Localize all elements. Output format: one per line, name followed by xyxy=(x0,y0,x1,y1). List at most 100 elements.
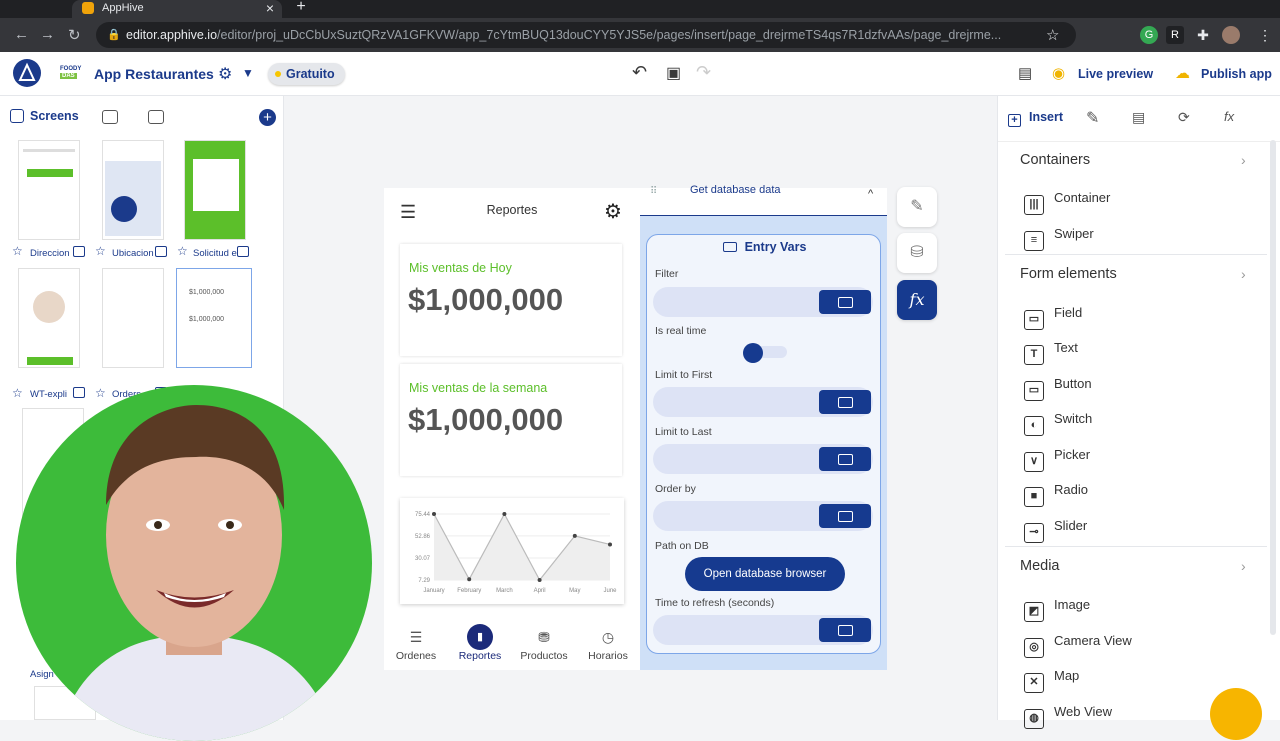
x-tick-label: March xyxy=(496,588,513,594)
entry-vars-panel: ⠿ Get database data ^ Entry Vars Filter … xyxy=(640,184,887,670)
item-camera-view[interactable]: ◎ Camera View xyxy=(1024,633,1132,658)
section-containers[interactable]: Containers xyxy=(1020,152,1090,168)
device-icon[interactable]: ▤ xyxy=(1018,64,1032,82)
live-preview-button[interactable]: Live preview xyxy=(1078,67,1153,81)
save-icon[interactable]: ▣ xyxy=(666,63,681,83)
database-tool-icon[interactable]: ⛁ xyxy=(897,233,937,273)
section-form-elements[interactable]: Form elements xyxy=(1020,266,1117,282)
back-icon[interactable]: ← xyxy=(14,26,29,43)
filter-field[interactable] xyxy=(653,287,873,317)
item-swiper[interactable]: ≡ Swiper xyxy=(1024,226,1094,251)
edit-tab-icon[interactable]: ✎ xyxy=(1086,108,1099,128)
sales-chart-card[interactable]: 75.44 52.86 30.07 7.29 January February March A… xyxy=(400,498,624,604)
favorite-star-icon[interactable]: ☆ xyxy=(177,244,188,258)
bind-value-button[interactable] xyxy=(819,447,871,471)
favorite-star-icon[interactable]: ☆ xyxy=(95,244,106,258)
function-tab-icon[interactable]: fx xyxy=(1224,109,1234,124)
forward-icon[interactable]: → xyxy=(40,26,55,43)
reload-icon[interactable]: ↻ xyxy=(68,26,81,44)
item-web-view[interactable]: ◍ Web View xyxy=(1024,704,1112,729)
app-name[interactable]: App Restaurantes xyxy=(94,66,214,82)
screen-thumbnail-wt-expli[interactable] xyxy=(18,268,80,368)
sales-week-card[interactable]: Mis ventas de la semana $1,000,000 xyxy=(400,364,622,476)
chevron-right-icon[interactable]: › xyxy=(1241,152,1246,168)
screen-menu-icon[interactable] xyxy=(73,387,85,398)
settings-gear-icon[interactable]: ⚙ xyxy=(604,199,622,224)
undo-icon[interactable]: ↶ xyxy=(632,62,647,83)
close-tab-icon[interactable]: × xyxy=(266,0,274,16)
item-text[interactable]: T Text xyxy=(1024,340,1078,365)
item-button[interactable]: ▭ Button xyxy=(1024,376,1092,401)
favorite-star-icon[interactable]: ☆ xyxy=(12,244,23,258)
publish-app-button[interactable]: Publish app xyxy=(1201,67,1272,81)
item-image[interactable]: ◩ Image xyxy=(1024,597,1090,622)
item-container[interactable]: ||| Container xyxy=(1024,190,1110,215)
function-title: Get database data xyxy=(690,184,781,196)
screen-thumbnail-direccion[interactable] xyxy=(18,140,80,240)
item-picker[interactable]: ∨ Picker xyxy=(1024,447,1090,472)
screen-thumbnail-solicitud[interactable] xyxy=(184,140,246,240)
nav-horarios[interactable]: ◷ Horarios xyxy=(576,624,640,662)
item-slider[interactable]: ⊸ Slider xyxy=(1024,518,1087,543)
chevron-right-icon[interactable]: › xyxy=(1241,266,1246,282)
screen-thumbnail-reportes[interactable]: $1,000,000 $1,000,000 xyxy=(176,268,252,368)
chevron-up-icon[interactable]: ^ xyxy=(868,188,873,200)
limit-first-field[interactable] xyxy=(653,387,873,417)
nav-reportes[interactable]: ▮ Reportes xyxy=(448,624,512,662)
browser-menu-icon[interactable]: ⋮ xyxy=(1256,26,1274,44)
screen-menu-icon[interactable] xyxy=(155,246,167,257)
function-tool-icon[interactable]: fx xyxy=(897,280,937,320)
layers-icon[interactable] xyxy=(102,110,118,124)
refresh-field[interactable] xyxy=(653,615,873,645)
screen-thumbnail-ubicacion[interactable] xyxy=(102,140,164,240)
apphive-logo-icon[interactable] xyxy=(12,58,42,88)
bind-value-button[interactable] xyxy=(819,290,871,314)
extensions-puzzle-icon[interactable]: ✚ xyxy=(1194,26,1212,44)
bind-value-button[interactable] xyxy=(819,618,871,642)
screen-menu-icon[interactable] xyxy=(237,246,249,257)
item-switch[interactable]: ◐ Switch xyxy=(1024,411,1092,436)
limit-last-field[interactable] xyxy=(653,444,873,474)
screen-thumbnail-orders[interactable] xyxy=(102,268,164,368)
favorite-star-icon[interactable]: ☆ xyxy=(12,386,23,400)
sales-today-card[interactable]: Mis ventas de Hoy $1,000,000 xyxy=(400,244,622,356)
item-radio[interactable]: ■ Radio xyxy=(1024,482,1088,507)
plan-badge[interactable]: Gratuito xyxy=(268,63,345,85)
y-tick-label: 52.86 xyxy=(415,534,431,540)
open-database-browser-button[interactable]: Open database browser xyxy=(685,557,845,591)
drag-handle-icon[interactable]: ⠿ xyxy=(650,187,662,197)
extension-r-icon[interactable]: R xyxy=(1166,26,1184,44)
new-tab-button[interactable]: + xyxy=(292,0,310,16)
get-database-data-header[interactable]: ⠿ Get database data ^ xyxy=(640,184,887,216)
item-field[interactable]: ▭ Field xyxy=(1024,305,1082,330)
profile-avatar[interactable] xyxy=(1222,26,1240,44)
components-icon[interactable] xyxy=(148,110,164,124)
list-tab-icon[interactable]: ▤ xyxy=(1132,109,1145,126)
item-map[interactable]: ✕ Map xyxy=(1024,668,1079,693)
nav-ordenes[interactable]: ☰ Ordenes xyxy=(384,624,448,662)
favorite-star-icon[interactable]: ☆ xyxy=(95,386,106,400)
insert-tab[interactable]: + Insert xyxy=(1008,110,1063,127)
panel-scrollbar[interactable] xyxy=(1270,140,1276,635)
screens-tab[interactable]: Screens xyxy=(10,109,79,123)
edit-tool-icon[interactable]: ✎ xyxy=(897,187,937,227)
app-settings-gear-icon[interactable]: ⚙ xyxy=(218,64,232,84)
screen-menu-icon[interactable] xyxy=(73,246,85,257)
url-field[interactable]: 🔒 editor.apphive.io/editor/proj_uDcCbUxSu… xyxy=(96,22,1076,48)
bind-value-button[interactable] xyxy=(819,504,871,528)
bookmark-star-icon[interactable]: ☆ xyxy=(1046,26,1059,44)
bind-value-button[interactable] xyxy=(819,390,871,414)
redo-icon[interactable]: ↷ xyxy=(696,62,711,83)
nav-productos[interactable]: ⛃ Productos xyxy=(512,624,576,662)
browser-tab[interactable]: AppHive × xyxy=(72,0,282,18)
order-by-field[interactable] xyxy=(653,501,873,531)
filter-label: Filter xyxy=(655,268,679,280)
realtime-toggle[interactable] xyxy=(743,343,787,363)
refresh-tab-icon[interactable]: ⟳ xyxy=(1178,109,1190,126)
help-chat-button[interactable] xyxy=(1210,688,1262,740)
add-screen-button[interactable]: + xyxy=(259,109,276,126)
app-dropdown-caret-icon[interactable]: ▼ xyxy=(242,66,254,80)
section-media[interactable]: Media xyxy=(1020,558,1060,574)
extension-green-icon[interactable]: G xyxy=(1140,26,1158,44)
chevron-right-icon[interactable]: › xyxy=(1241,558,1246,574)
